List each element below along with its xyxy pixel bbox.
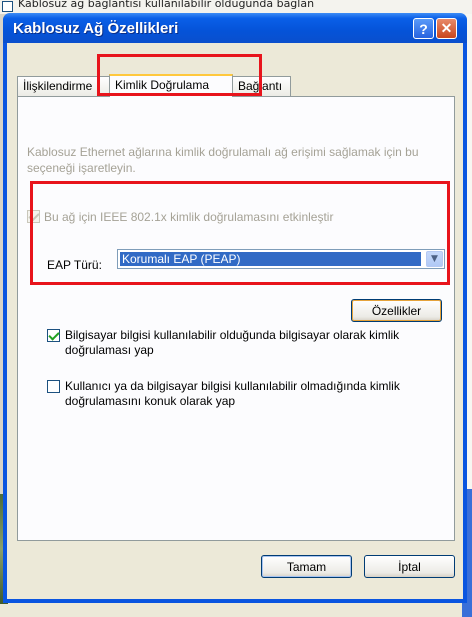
ieee-8021x-label: Bu ağ için IEEE 802.1x kimlik doğrulamas…: [44, 210, 334, 224]
ieee-8021x-option: Bu ağ için IEEE 802.1x kimlik doğrulamas…: [27, 210, 387, 226]
chevron-down-icon[interactable]: ▼: [426, 251, 443, 267]
close-button[interactable]: ✕: [436, 18, 457, 39]
guest-auth-label: Kullanıcı ya da bilgisayar bilgisi kulla…: [65, 379, 400, 408]
eap-type-value: Korumalı EAP (PEAP): [120, 252, 421, 266]
background-checkbox: [2, 1, 13, 12]
computer-auth-label: Bilgisayar bilgisi kullanılabilir olduğu…: [65, 328, 400, 357]
ok-button[interactable]: Tamam: [261, 555, 352, 578]
guest-auth-option[interactable]: Kullanıcı ya da bilgisayar bilgisi kulla…: [47, 379, 447, 409]
guest-auth-checkbox[interactable]: [47, 380, 60, 393]
properties-button[interactable]: Özellikler: [351, 299, 442, 322]
computer-auth-option[interactable]: Bilgisayar bilgisi kullanılabilir olduğu…: [47, 328, 447, 358]
tab-association[interactable]: İlişkilendirme: [17, 76, 110, 96]
eap-type-label: EAP Türü:: [47, 258, 102, 272]
eap-type-select[interactable]: Korumalı EAP (PEAP) ▼: [117, 249, 445, 269]
wireless-properties-dialog: Kablosuz Ağ Özellikleri ? ✕ İlişkilendir…: [3, 13, 467, 603]
cancel-button[interactable]: İptal: [364, 555, 455, 578]
tab-authentication[interactable]: Kimlik Doğrulama: [109, 74, 233, 97]
background-partial-text: Kablosuz ağ bağlantısı kullanılabilir ol…: [18, 0, 315, 10]
computer-auth-checkbox[interactable]: [47, 329, 60, 342]
background-window-strip: Kablosuz ağ bağlantısı kullanılabilir ol…: [0, 0, 472, 14]
tab-connection[interactable]: Bağlantı: [232, 76, 291, 96]
help-button[interactable]: ?: [413, 18, 434, 39]
window-title: Kablosuz Ağ Özellikleri: [13, 20, 179, 37]
title-bar[interactable]: Kablosuz Ağ Özellikleri ? ✕: [3, 13, 467, 43]
ieee-8021x-checkbox: [27, 210, 40, 223]
auth-description: Kablosuz Ethernet ağlarına kimlik doğrul…: [27, 145, 419, 175]
dialog-client-area: İlişkilendirme Kimlik Doğrulama Bağlantı…: [7, 43, 463, 599]
